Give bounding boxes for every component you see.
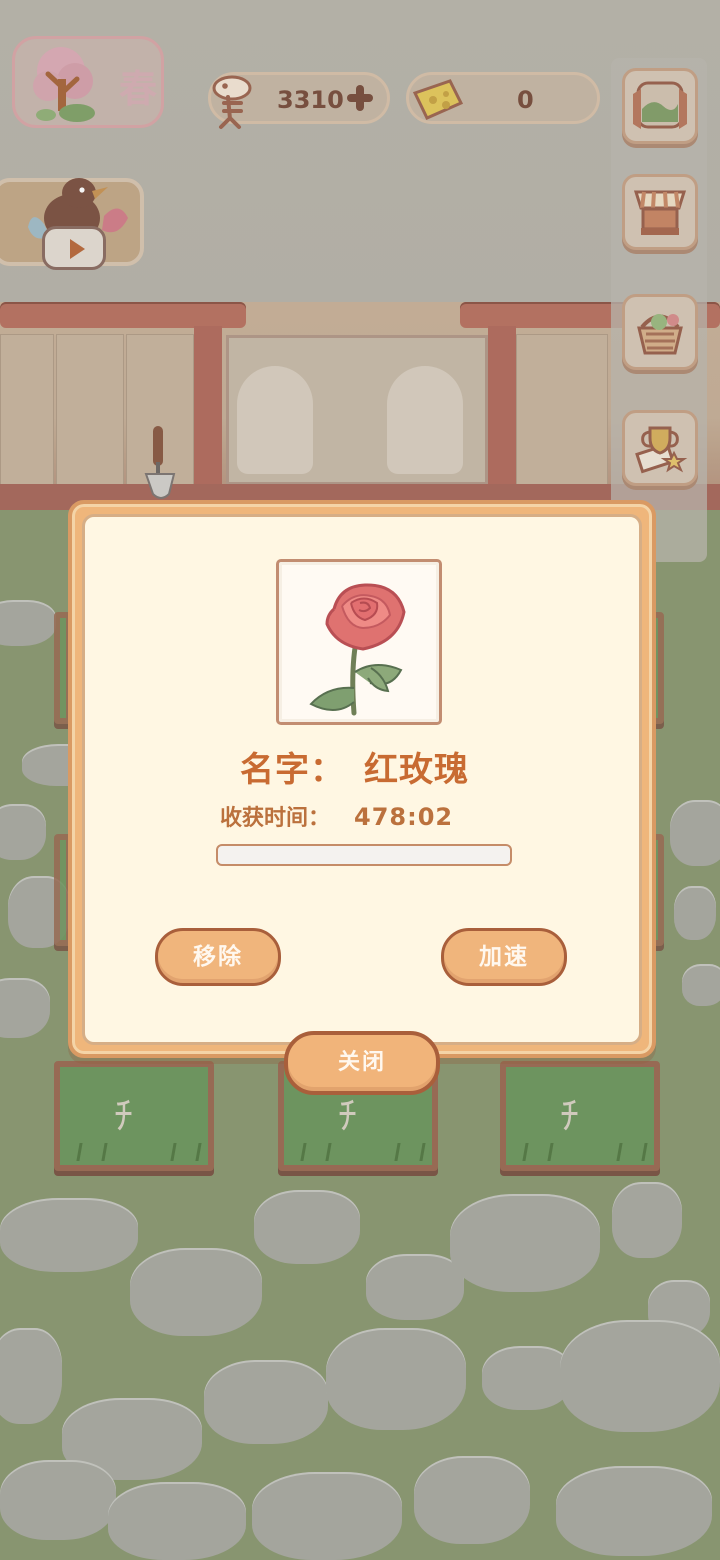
plant-name-row: 名字： 红玫瑰 bbox=[240, 742, 490, 790]
flower-image-frame bbox=[276, 559, 442, 725]
harvest-time-value: 478:02 bbox=[354, 803, 454, 831]
close-button[interactable]: 关闭 bbox=[284, 1031, 440, 1095]
speed-up-button[interactable]: 加速 bbox=[441, 928, 567, 986]
remove-button[interactable]: 移除 bbox=[155, 928, 281, 986]
plant-name: 红玫瑰 bbox=[364, 750, 469, 790]
harvest-time-row: 收获时间： 478:02 bbox=[220, 800, 454, 832]
game-screen: ﾁ ﾁ ﾁ 春 3310 0 名字： 红玫瑰 收获时间： 478:02 移除 加… bbox=[0, 0, 720, 1560]
harvest-progress-bar bbox=[216, 844, 512, 866]
harvest-time-label: 收获时间： bbox=[220, 806, 331, 831]
red-rose-icon bbox=[309, 583, 406, 716]
name-label: 名字： bbox=[240, 750, 345, 790]
